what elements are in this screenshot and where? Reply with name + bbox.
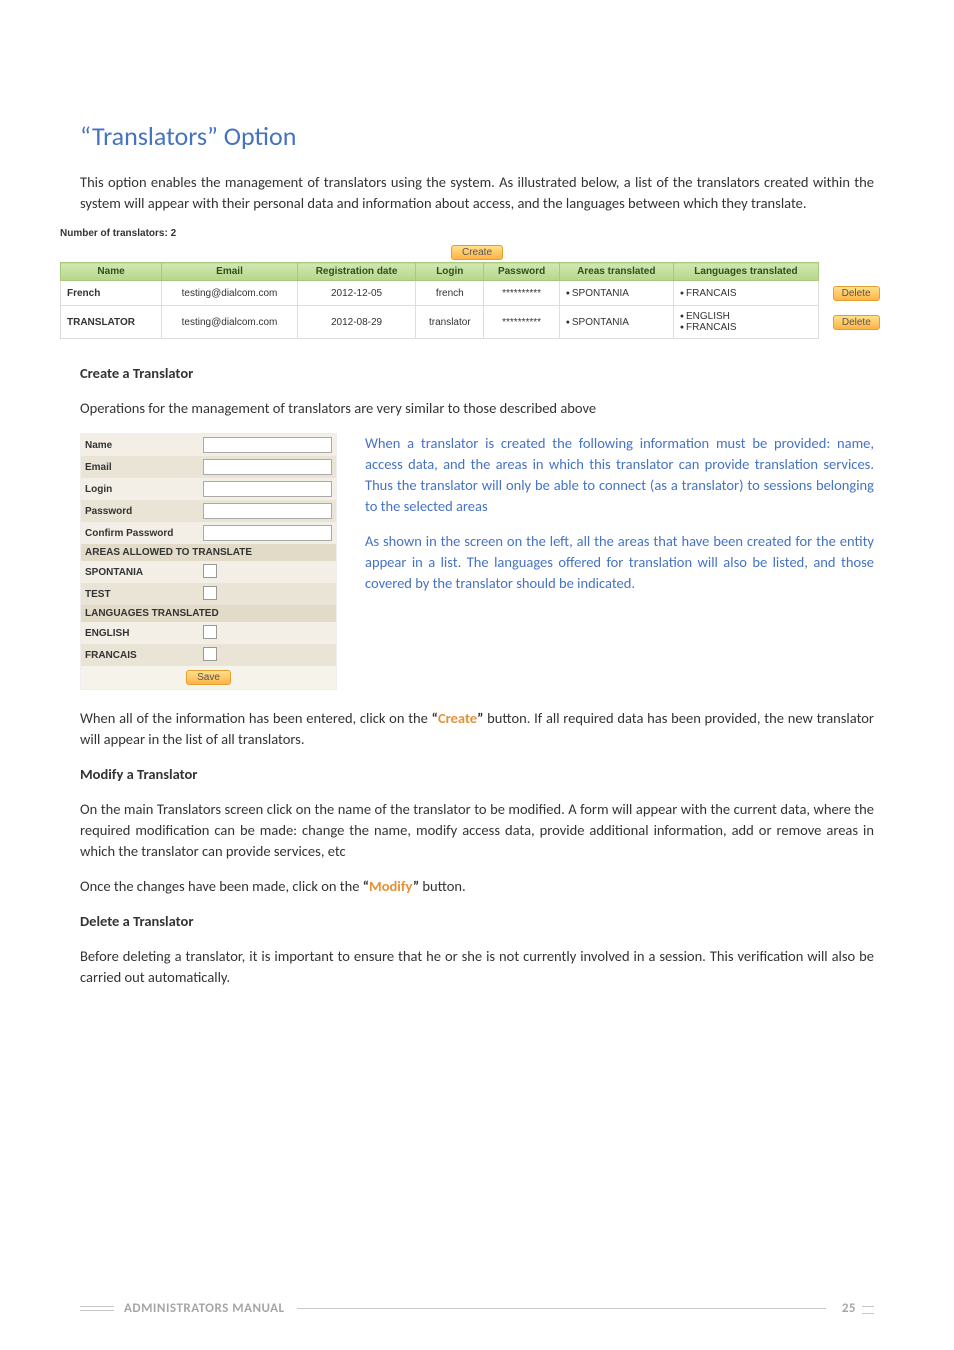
intro-paragraph: This option enables the management of tr… [80, 172, 874, 214]
lang-english-label: ENGLISH [81, 628, 203, 639]
create-heading: Create a Translator [80, 363, 874, 384]
col-areas: Areas translated [559, 263, 673, 281]
cell-date: 2012-12-05 [297, 281, 415, 306]
login-field[interactable] [203, 481, 332, 497]
area-test-checkbox[interactable] [203, 586, 217, 600]
modify-heading: Modify a Translator [80, 764, 874, 785]
lang-francais-label: FRANCAIS [81, 650, 203, 661]
save-button[interactable]: Save [186, 670, 231, 685]
cell-password: ********** [484, 306, 559, 339]
email-field[interactable] [203, 459, 332, 475]
cell-email: testing@dialcom.com [162, 306, 298, 339]
cell-login: translator [416, 306, 484, 339]
col-name: Name [61, 263, 162, 281]
area-test-label: TEST [81, 589, 203, 600]
col-email: Email [162, 263, 298, 281]
modify-body: On the main Translators screen click on … [80, 799, 874, 862]
col-login: Login [416, 263, 484, 281]
delete-body: Before deleting a translator, it is impo… [80, 946, 874, 988]
delete-button[interactable]: Delete [833, 286, 880, 301]
label-password: Password [81, 506, 203, 517]
cell-areas: SPONTANIA [559, 306, 673, 339]
side-text-2: As shown in the screen on the left, all … [365, 531, 874, 594]
label-name: Name [81, 440, 203, 451]
languages-header: LANGUAGES TRANSLATED [81, 605, 336, 622]
translators-table: Name Email Registration date Login Passw… [60, 262, 894, 339]
areas-header: AREAS ALLOWED TO TRANSLATE [81, 544, 336, 561]
lang-english-checkbox[interactable] [203, 625, 217, 639]
footer-label: ADMINISTRATORS MANUAL [124, 1301, 285, 1316]
cell-login: french [416, 281, 484, 306]
create-button[interactable]: Create [451, 245, 503, 260]
page-number: 25 [842, 1301, 856, 1316]
label-login: Login [81, 484, 203, 495]
delete-heading: Delete a Translator [80, 911, 874, 932]
lang-francais-checkbox[interactable] [203, 647, 217, 661]
table-row: French testing@dialcom.com 2012-12-05 fr… [61, 281, 894, 306]
create-translator-form: Name Email Login Password Confirm Passwo… [80, 433, 337, 690]
cell-email: testing@dialcom.com [162, 281, 298, 306]
col-langs: Languages translated [673, 263, 818, 281]
col-actions [819, 263, 894, 281]
name-field[interactable] [203, 437, 332, 453]
label-confirm: Confirm Password [81, 528, 203, 539]
cell-name[interactable]: TRANSLATOR [61, 306, 162, 339]
side-text-1: When a translator is created the followi… [365, 433, 874, 517]
area-spontania-label: SPONTANIA [81, 567, 203, 578]
col-regdate: Registration date [297, 263, 415, 281]
area-spontania-checkbox[interactable] [203, 564, 217, 578]
cell-date: 2012-08-29 [297, 306, 415, 339]
col-password: Password [484, 263, 559, 281]
password-field[interactable] [203, 503, 332, 519]
table-row: TRANSLATOR testing@dialcom.com 2012-08-2… [61, 306, 894, 339]
delete-button[interactable]: Delete [833, 315, 880, 330]
create-intro: Operations for the management of transla… [80, 398, 874, 419]
cell-langs: ENGLISHFRANCAIS [673, 306, 818, 339]
cell-password: ********** [484, 281, 559, 306]
cell-areas: SPONTANIA [559, 281, 673, 306]
cell-name[interactable]: French [61, 281, 162, 306]
page-title: “Translators” Option [80, 120, 874, 152]
translator-count: Number of translators: 2 [60, 228, 894, 239]
modify-click: Once the changes have been made, click o… [80, 876, 874, 897]
translators-list-screenshot: Number of translators: 2 Create Name Ema… [60, 228, 894, 339]
cell-langs: FRANCAIS [673, 281, 818, 306]
page-footer: ADMINISTRATORS MANUAL 25 [80, 1301, 874, 1316]
label-email: Email [81, 462, 203, 473]
after-form-paragraph: When all of the information has been ent… [80, 708, 874, 750]
confirm-password-field[interactable] [203, 525, 332, 541]
